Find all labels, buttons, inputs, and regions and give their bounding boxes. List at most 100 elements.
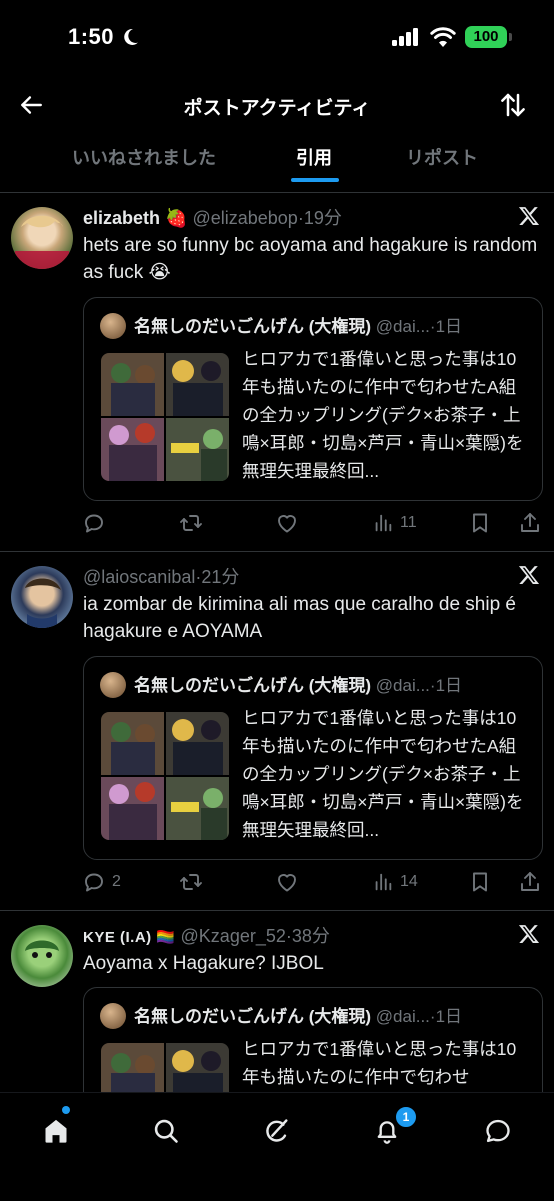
like-button[interactable]: [275, 867, 305, 897]
post-text: Aoyama x Hagakure? IJBOL: [83, 953, 324, 974]
quoted-post-time: 1日: [435, 317, 463, 336]
post-actions: 11: [0, 508, 554, 538]
quoted-post-text: ヒロアカで1番偉いと思った事は10年も描いたのに作中で匂わせたA組の全カップリン…: [242, 349, 524, 481]
home-unread-dot: [62, 1106, 70, 1114]
avatar[interactable]: [11, 925, 73, 987]
quoted-post-text: ヒロアカで1番偉いと思った事は10年も描いたのに作中で匂わせ: [242, 1039, 517, 1087]
quoted-post[interactable]: 名無しのだいごんげん (大権現) @dai...·1日 ヒロアカで1番偉いと思っ…: [83, 987, 543, 1092]
quoted-post-time: 1日: [435, 1007, 463, 1026]
like-icon: [275, 870, 299, 894]
quoted-post-header: 名無しのだいごんげん (大権現) @dai...·1日: [134, 312, 512, 337]
home-icon: [45, 1119, 67, 1143]
quoted-media-thumbnail[interactable]: [101, 712, 229, 840]
quoted-author-handle: @dai...: [375, 317, 430, 336]
x-logo-icon: [518, 923, 540, 945]
signal-icon: [392, 28, 418, 46]
views-icon: [372, 871, 394, 893]
post-time: 38分: [291, 926, 330, 946]
quoted-author-avatar: [100, 1003, 126, 1029]
tab-quotes[interactable]: 引用: [296, 144, 332, 170]
quoted-media-thumbnail[interactable]: [101, 353, 229, 481]
post-actions: 2 14: [0, 867, 554, 897]
moon-icon: [124, 28, 138, 45]
top-header: ポストアクティビティ: [0, 76, 554, 134]
post-text: ia zombar de kirimina ali mas que caralh…: [83, 594, 516, 642]
wifi-icon: [430, 27, 456, 47]
avatar[interactable]: [11, 207, 73, 269]
status-bar: 1:50 100: [0, 0, 554, 76]
post-header: @laioscanibal·21分: [83, 563, 504, 589]
bookmark-icon: [468, 511, 492, 535]
author-name[interactable]: elizabeth 🍓: [83, 208, 187, 228]
author-name[interactable]: KYE (I.A) 🏳️‍🌈: [83, 929, 176, 946]
share-button[interactable]: [518, 508, 542, 538]
post-time: 19分: [303, 208, 342, 228]
battery-tip: [509, 33, 512, 41]
share-icon: [518, 870, 542, 894]
reply-count: 2: [112, 873, 121, 890]
reply-icon: [82, 511, 106, 535]
post[interactable]: @laioscanibal·21分 ia zombar de kirimina …: [0, 552, 554, 911]
search-icon: [154, 1119, 178, 1143]
share-icon: [518, 511, 542, 535]
sort-icon[interactable]: [498, 90, 528, 120]
bookmark-button[interactable]: [468, 867, 492, 897]
bottom-nav: 1: [0, 1092, 554, 1201]
share-button[interactable]: [518, 867, 542, 897]
nav-grok[interactable]: [255, 1109, 299, 1153]
repost-icon: [178, 870, 204, 894]
avatar[interactable]: [11, 566, 73, 628]
author-handle[interactable]: @elizabebop: [192, 208, 297, 228]
nav-home[interactable]: [34, 1109, 78, 1153]
quoted-media-thumbnail[interactable]: [101, 1043, 229, 1092]
post[interactable]: elizabeth 🍓 @elizabebop·19分 hets are so …: [0, 193, 554, 552]
page-title: ポストアクティビティ: [183, 98, 371, 119]
reply-button[interactable]: [82, 508, 112, 538]
views-button[interactable]: 11: [372, 508, 417, 538]
battery-indicator: 100: [465, 26, 507, 48]
quoted-author-name: 名無しのだいごんげん (大権現): [134, 676, 372, 695]
quoted-author-name: 名無しのだいごんげん (大権現): [134, 1007, 372, 1026]
repost-button[interactable]: [178, 867, 210, 897]
grok-icon: [266, 1119, 288, 1142]
quoted-post[interactable]: 名無しのだいごんげん (大権現) @dai...·1日 ヒロアカで1番偉いと思っ…: [83, 297, 543, 501]
messages-icon: [486, 1119, 510, 1143]
nav-search[interactable]: [144, 1109, 188, 1153]
bookmark-icon: [468, 870, 492, 894]
author-handle[interactable]: @laioscanibal: [83, 567, 195, 587]
notification-badge: 1: [394, 1105, 418, 1129]
bookmark-button[interactable]: [468, 508, 492, 538]
like-button[interactable]: [275, 508, 305, 538]
views-count: 11: [400, 514, 417, 531]
post-header: KYE (I.A) 🏳️‍🌈 @Kzager_52·38分: [83, 922, 504, 948]
quoted-post-time: 1日: [435, 676, 463, 695]
reply-button[interactable]: 2: [82, 867, 121, 897]
post-header: elizabeth 🍓 @elizabebop·19分: [83, 204, 504, 230]
views-count: 14: [400, 873, 418, 890]
repost-icon: [178, 511, 204, 535]
repost-button[interactable]: [178, 508, 210, 538]
quoted-post[interactable]: 名無しのだいごんげん (大権現) @dai...·1日 ヒロアカで1番偉いと思っ…: [83, 656, 543, 860]
post-text: hets are so funny bc aoyama and hagakure…: [83, 235, 538, 283]
quoted-post-text: ヒロアカで1番偉いと思った事は10年も描いたのに作中で匂わせたA組の全カップリン…: [242, 708, 524, 840]
post-time: 21分: [201, 567, 240, 587]
quoted-author-avatar: [100, 672, 126, 698]
quoted-author-handle: @dai...: [375, 1007, 430, 1026]
tab-active-indicator: [291, 178, 339, 182]
post[interactable]: KYE (I.A) 🏳️‍🌈 @Kzager_52·38分 Aoyama x H…: [0, 911, 554, 1092]
views-button[interactable]: 14: [372, 867, 418, 897]
tab-bar: いいねされました 引用 リポスト: [0, 134, 554, 193]
x-logo-icon: [518, 564, 540, 586]
tab-liked[interactable]: いいねされました: [72, 144, 216, 170]
author-handle[interactable]: @Kzager_52: [181, 926, 286, 946]
quoted-post-header: 名無しのだいごんげん (大権現) @dai...·1日: [134, 671, 512, 696]
like-icon: [275, 511, 299, 535]
tab-reposts[interactable]: リポスト: [406, 144, 478, 170]
nav-messages[interactable]: [476, 1109, 520, 1153]
quoted-author-name: 名無しのだいごんげん (大権現): [134, 317, 372, 336]
quoted-post-header: 名無しのだいごんげん (大権現) @dai...·1日: [134, 1002, 512, 1027]
reply-icon: [82, 870, 106, 894]
quoted-author-avatar: [100, 313, 126, 339]
status-time: 1:50: [68, 24, 115, 49]
x-logo-icon: [518, 205, 540, 227]
